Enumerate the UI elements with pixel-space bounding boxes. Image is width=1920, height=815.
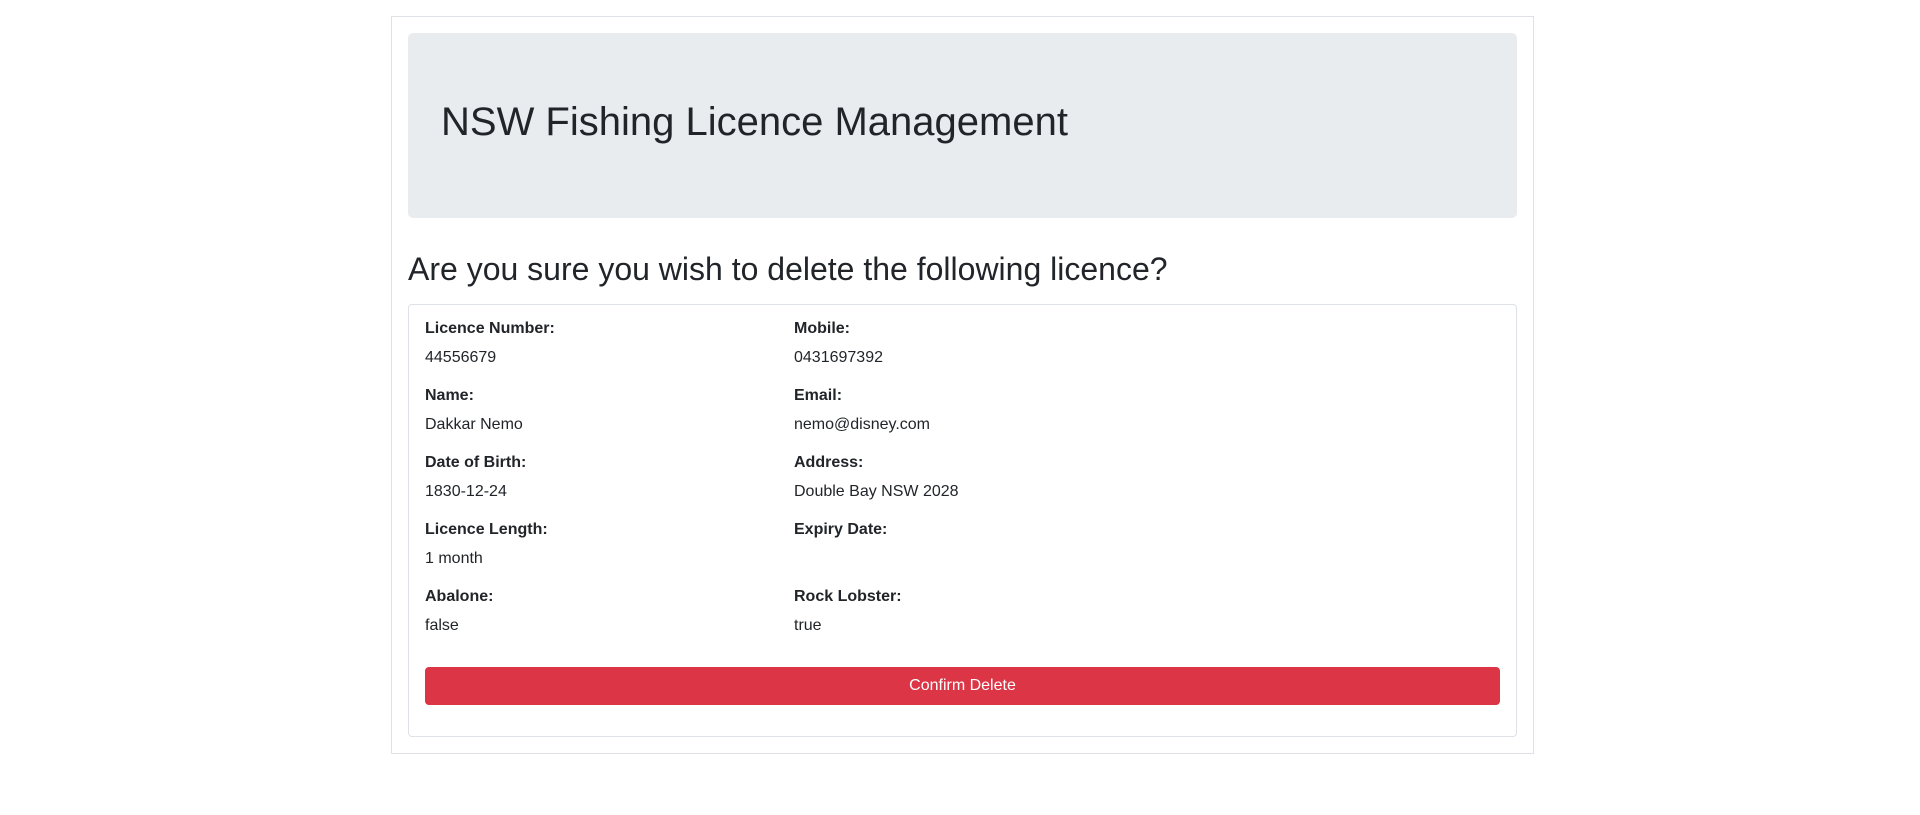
licence-number-field: Licence Number: 44556679 (425, 319, 785, 368)
confirm-delete-button[interactable]: Confirm Delete (425, 667, 1500, 705)
expiry-date-field: Expiry Date: (794, 520, 1154, 569)
email-field: Email: nemo@disney.com (794, 386, 1154, 435)
expiry-date-value (794, 549, 1154, 569)
page-container: NSW Fishing Licence Management Are you s… (391, 16, 1534, 754)
abalone-value: false (425, 617, 459, 634)
header-jumbotron: NSW Fishing Licence Management (408, 33, 1517, 218)
address-field: Address: Double Bay NSW 2028 (794, 453, 1154, 502)
licence-details-card: Licence Number: 44556679 Mobile: 0431697… (408, 304, 1517, 737)
licence-length-label: Licence Length: (425, 521, 548, 538)
licence-number-label: Licence Number: (425, 320, 555, 337)
abalone-label: Abalone: (425, 588, 494, 605)
date-of-birth-value: 1830-12-24 (425, 483, 507, 500)
name-label: Name: (425, 387, 474, 404)
licence-length-value: 1 month (425, 550, 483, 567)
rock-lobster-value: true (794, 617, 822, 634)
email-value: nemo@disney.com (794, 416, 930, 433)
page-title: NSW Fishing Licence Management (441, 100, 1068, 144)
name-field: Name: Dakkar Nemo (425, 386, 785, 435)
delete-confirmation-question: Are you sure you wish to delete the foll… (408, 251, 1168, 287)
date-of-birth-label: Date of Birth: (425, 454, 527, 471)
date-of-birth-field: Date of Birth: 1830-12-24 (425, 453, 785, 502)
expiry-date-label: Expiry Date: (794, 521, 888, 538)
email-label: Email: (794, 387, 843, 404)
rock-lobster-label: Rock Lobster: (794, 588, 902, 605)
rock-lobster-field: Rock Lobster: true (794, 587, 1154, 636)
address-label: Address: (794, 454, 864, 471)
mobile-label: Mobile: (794, 320, 850, 337)
licence-number-value: 44556679 (425, 349, 497, 366)
name-value: Dakkar Nemo (425, 416, 523, 433)
licence-length-field: Licence Length: 1 month (425, 520, 785, 569)
address-value: Double Bay NSW 2028 (794, 483, 959, 500)
abalone-field: Abalone: false (425, 587, 785, 636)
mobile-field: Mobile: 0431697392 (794, 319, 1154, 368)
mobile-value: 0431697392 (794, 349, 883, 366)
